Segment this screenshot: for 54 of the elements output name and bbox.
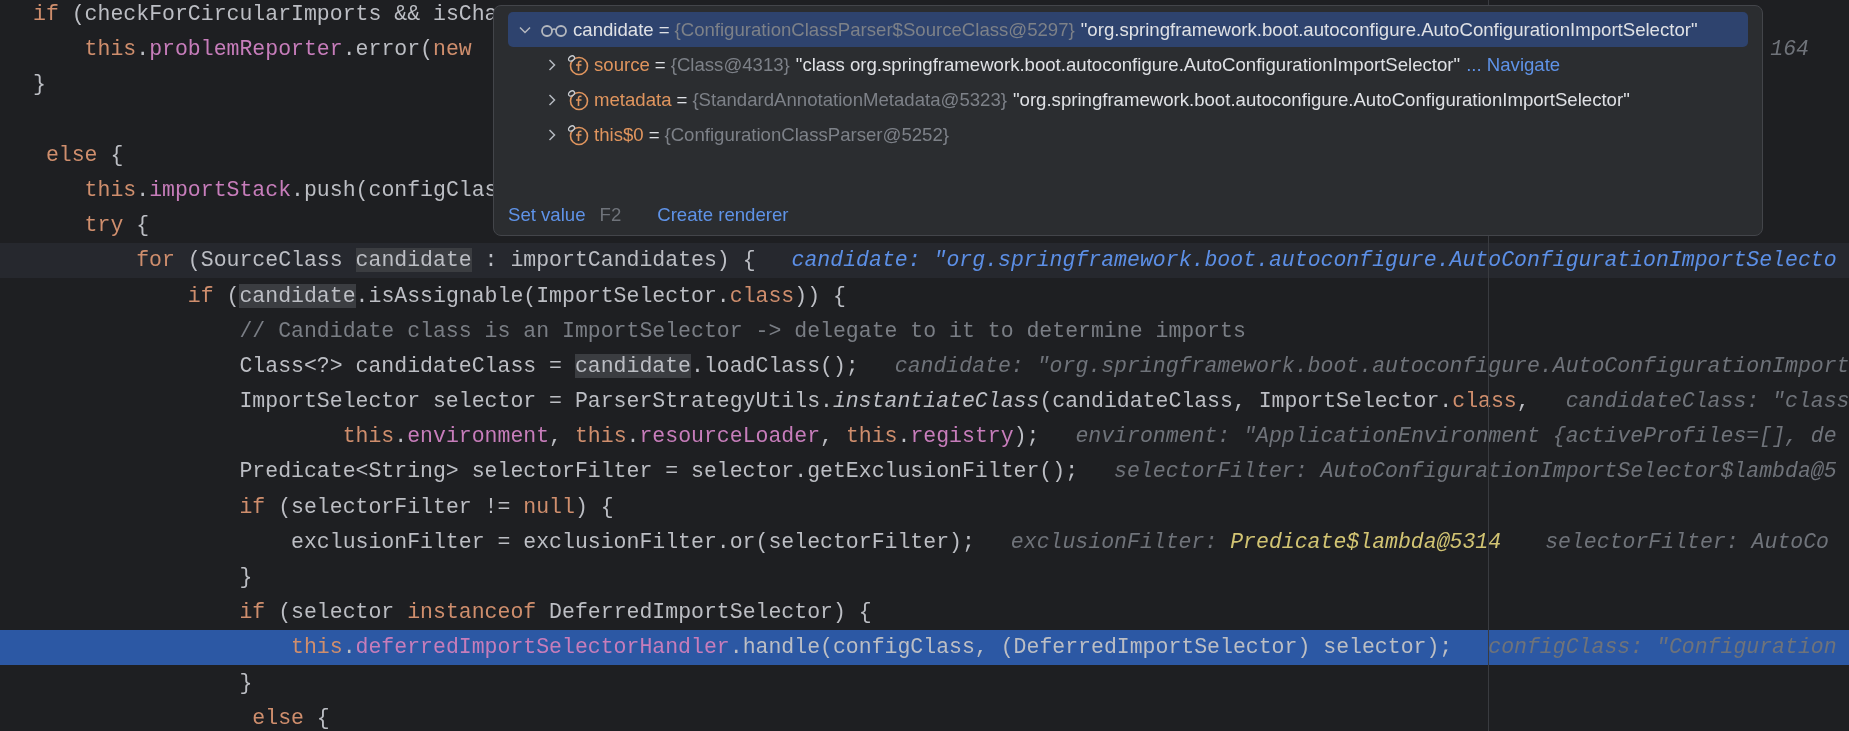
code-text: if (selectorFilter != null) {	[238, 494, 614, 519]
equals-sign: =	[654, 53, 666, 76]
code-text: }	[238, 670, 253, 695]
action-link[interactable]: Set value	[508, 204, 586, 226]
variable-name: source	[594, 53, 650, 76]
navigate-link[interactable]: ... Navigate	[1466, 53, 1561, 76]
code-text: this.problemReporter.error(new	[83, 37, 472, 62]
code-text: if (selector instanceof DeferredImportSelector) {	[238, 600, 872, 625]
variable-type: {StandardAnnotationMetadata@5323}	[692, 88, 1007, 111]
inline-hint: exclusionFilter: Predicate$lambda@5314	[1010, 529, 1502, 554]
code-text: try {	[83, 213, 150, 238]
inline-hint: selectorFilter: AutoCo	[1545, 529, 1829, 554]
inline-hint: selectorFilter: AutoConfigurationImportSelector$lambda@5	[1114, 459, 1837, 484]
inline-hint: candidate: "org.springframework.boot.autoconfigure.AutoConfigurationImportSelecto	[791, 248, 1837, 273]
inline-hint: candidateClass: "class	[1565, 389, 1849, 414]
code-text: else {	[251, 705, 330, 730]
code-text: this.deferredImportSelectorHandler.handle(configClass, (DeferredImportSelector) selector);	[290, 635, 1453, 660]
code-text: }	[33, 72, 46, 97]
tree-row[interactable]: source = {Class@4313} "class org.springframework.boot.autoconfigure.AutoConfigurationImportSelector" ... Navigate	[535, 47, 1748, 82]
field-icon	[567, 53, 589, 76]
tree-row[interactable]: metadata = {StandardAnnotationMetadata@5323} "org.springframework.boot.autoconfigure.AutoConfigurationImportSelector"	[535, 82, 1748, 117]
inline-hint: 164	[1770, 37, 1809, 62]
equals-sign: =	[658, 18, 670, 41]
code-text: this.importStack.push(configClas	[83, 177, 498, 202]
variable-value: "org.springframework.boot.autoconfigure.AutoConfigurationImportSelector"	[1012, 88, 1630, 111]
tree-row[interactable]: candidate = {ConfigurationClassParser$SourceClass@5297} "org.springframework.boot.autoconfigure.AutoConfigurationImportSelector"	[508, 12, 1748, 47]
inline-hint: environment: "ApplicationEnvironment {activeProfiles=[], de	[1075, 424, 1837, 449]
code-text: Predicate<String> selectorFilter = selector.getExclusionFilter();	[238, 459, 1079, 484]
inline-hint: configClass: "Configuration	[1488, 635, 1837, 660]
field-icon	[567, 123, 589, 146]
variable-type: {Class@4313}	[670, 53, 790, 76]
tree-row[interactable]: this$0 = {ConfigurationClassParser@5252}	[535, 117, 1748, 152]
code-text: ImportSelector selector = ParserStrategyUtils.instantiateClass(candidateClass, ImportSelector.class,	[238, 389, 1530, 414]
code-text: Class<?> candidateClass = candidate.loadClass();	[238, 353, 859, 378]
equals-sign: =	[676, 88, 688, 111]
code-text: this.environment, this.resourceLoader, this.registry);	[341, 424, 1040, 449]
code-text: else {	[44, 142, 124, 167]
variable-name: this$0	[594, 123, 644, 146]
equals-sign: =	[648, 123, 660, 146]
variable-type: {ConfigurationClassParser$SourceClass@5297}	[674, 18, 1075, 41]
shortcut-hint: F2	[599, 204, 622, 226]
code-text: if (candidate.isAssignable(ImportSelector.class)) {	[186, 283, 846, 308]
variable-name: candidate	[573, 18, 654, 41]
variable-value: "org.springframework.boot.autoconfigure.AutoConfigurationImportSelector"	[1080, 18, 1698, 41]
variable-name: metadata	[594, 88, 672, 111]
code-text: for (SourceClass candidate : importCandidates) {	[135, 248, 756, 273]
variable-value: "class org.springframework.boot.autoconfigure.AutoConfigurationImportSelector"	[795, 53, 1461, 76]
inline-hint: candidate: "org.springframework.boot.autoconfigure.AutoConfigurationImport	[894, 353, 1849, 378]
code-text: }	[238, 565, 253, 589]
action-link[interactable]: Create renderer	[657, 204, 789, 226]
code-text: // Candidate class is an ImportSelector -> delegate to it to determine imports	[238, 318, 1246, 343]
field-icon	[567, 88, 589, 111]
variable-type: {ConfigurationClassParser@5252}	[664, 123, 949, 146]
code-text: exclusionFilter = exclusionFilter.or(selectorFilter);	[290, 529, 975, 554]
